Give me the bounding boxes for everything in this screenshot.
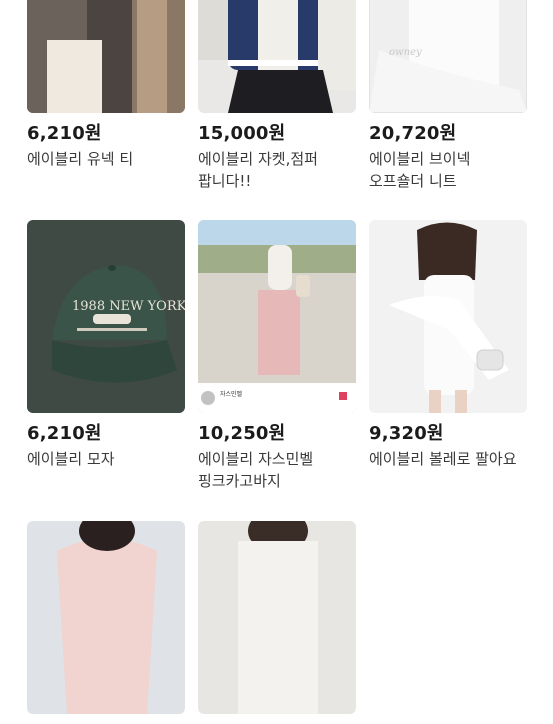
- product-card[interactable]: [27, 521, 185, 724]
- product-image[interactable]: [369, 220, 527, 413]
- product-photo: 자스민벨: [198, 220, 356, 413]
- product-photo: 1988 NEW YORK: [27, 220, 185, 413]
- product-card[interactable]: owney 20,720원 에이블리 브이넥 오프숄더 니트: [369, 0, 527, 192]
- product-price: 6,210원: [27, 123, 102, 144]
- product-price: 10,250원: [198, 423, 286, 444]
- product-photo: [198, 0, 356, 113]
- product-photo: [198, 521, 356, 714]
- product-card[interactable]: 15,000원 에이블리 자켓,점퍼 팝니다!!: [198, 0, 356, 192]
- product-image[interactable]: [27, 521, 185, 714]
- product-title[interactable]: 에이블리 브이넥 오프숄더 니트: [369, 148, 527, 192]
- product-photo: [27, 0, 185, 113]
- product-photo: [27, 521, 185, 714]
- product-price: 15,000원: [198, 123, 286, 144]
- product-card[interactable]: 6,210원 에이블리 유넥 티: [27, 0, 185, 170]
- product-price: 20,720원: [369, 123, 457, 144]
- product-card[interactable]: 9,320원 에이블리 볼레로 팔아요: [369, 220, 527, 470]
- shop-name: 자스민벨: [220, 390, 243, 398]
- product-card[interactable]: 1988 NEW YORK 6,210원 에이블리 모자: [27, 220, 185, 470]
- product-image[interactable]: owney: [369, 0, 527, 113]
- product-title[interactable]: 에이블리 모자: [27, 448, 185, 470]
- product-card[interactable]: [198, 521, 356, 724]
- product-image[interactable]: 자스민벨: [198, 220, 356, 413]
- product-title[interactable]: 에이블리 볼레로 팔아요: [369, 448, 527, 470]
- product-price: 6,210원: [27, 423, 102, 444]
- product-price: 9,320원: [369, 423, 444, 444]
- product-title[interactable]: 에이블리 유넥 티: [27, 148, 185, 170]
- product-title[interactable]: 에이블리 자켓,점퍼 팝니다!!: [198, 148, 356, 192]
- product-photo: [369, 220, 527, 413]
- product-image[interactable]: 1988 NEW YORK: [27, 220, 185, 413]
- product-card[interactable]: 자스민벨 10,250원 에이블리 자스민벨 핑크카고바지: [198, 220, 356, 492]
- watermark-text: owney: [389, 47, 422, 58]
- product-image[interactable]: [198, 0, 356, 113]
- product-image[interactable]: [198, 521, 356, 714]
- product-title[interactable]: 에이블리 자스민벨 핑크카고바지: [198, 448, 356, 492]
- product-photo: owney: [369, 0, 527, 113]
- cap-embroidery: 1988 NEW YORK: [72, 299, 185, 314]
- product-image[interactable]: [27, 0, 185, 113]
